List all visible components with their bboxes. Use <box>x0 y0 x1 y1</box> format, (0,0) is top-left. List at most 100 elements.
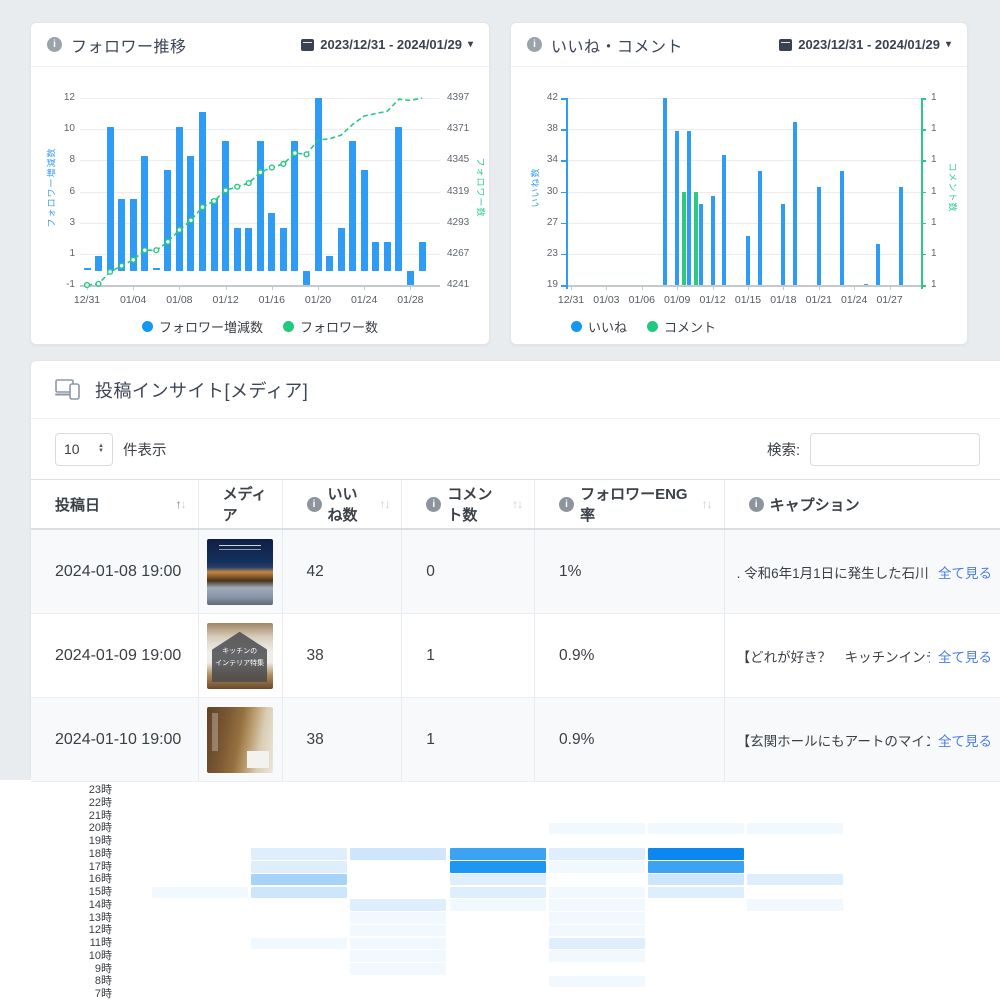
date-range-value: 2023/12/31 - 2024/01/29 <box>798 37 940 52</box>
search-input[interactable] <box>810 433 980 466</box>
cell-likes: 38 <box>283 698 403 781</box>
info-icon[interactable]: i <box>527 37 542 52</box>
axis-tick-mark <box>677 285 678 290</box>
bar <box>326 256 333 270</box>
column-label: フォロワーENG率 <box>580 483 694 525</box>
column-label: いいね数 <box>328 483 372 525</box>
y-axis-tick-right: 1 <box>931 123 937 134</box>
entrance-hall-photo[interactable] <box>207 707 273 773</box>
sort-arrows-icon: ↑↓ <box>379 497 389 511</box>
kitchen-feature-photo[interactable]: キッチンのインテリア特集 <box>207 623 273 689</box>
info-icon[interactable]: i <box>749 497 764 512</box>
see-all-link[interactable]: 全て見る <box>938 646 992 666</box>
bar <box>722 155 726 285</box>
caret-down-icon: ▾ <box>468 39 473 50</box>
column-label: 投稿日 <box>55 494 100 515</box>
see-all-link[interactable]: 全て見る <box>938 562 992 582</box>
y-axis-title-right: フォロワー数 <box>475 128 488 248</box>
x-axis-tick: 01/28 <box>388 294 432 306</box>
y-axis-tick-right: 1 <box>931 92 937 103</box>
cell-comments: 1 <box>402 614 535 697</box>
cell-caption: . 令和6年1月1日に発生した石川...全て見る <box>725 530 1000 613</box>
heatmap-hour-label: 17時 <box>0 861 112 874</box>
heatmap-cell <box>648 874 744 886</box>
legend-label: コメント <box>664 317 716 336</box>
page-size-select[interactable]: 10 ▲▼ <box>55 433 113 466</box>
y-axis-tick-left: 27 <box>522 217 558 228</box>
info-icon[interactable]: i <box>307 497 322 512</box>
caption-text: 【どれが好き？ キッチンインテ... <box>737 646 930 666</box>
card-header: 投稿インサイト[メディア] <box>31 361 1000 419</box>
y-axis-tick-left: 6 <box>39 186 75 197</box>
bar <box>118 199 125 271</box>
cell-likes: 42 <box>283 530 403 613</box>
heatmap-cell <box>450 899 546 911</box>
bar <box>840 171 844 285</box>
date-range-picker[interactable]: 2023/12/31 - 2024/01/29 ▾ <box>779 37 951 52</box>
bar <box>164 170 171 271</box>
x-axis-tick: 12/31 <box>65 294 109 306</box>
heatmap-hour-label: 23時 <box>0 784 112 797</box>
night-house-photo[interactable] <box>207 539 273 605</box>
legend-item[interactable]: フォロワー数 <box>283 317 378 336</box>
table-header-row: 投稿日↑↓メディアiいいね数↑↓iコメント数↑↓iフォロワーENG率↑↓iキャプ… <box>31 479 1000 530</box>
y-axis-tick-right: 1 <box>931 279 937 290</box>
bar <box>395 127 402 271</box>
column-header-5[interactable]: i フォロワーENG率 ↑↓ <box>535 480 725 528</box>
heatmap-hour-label: 7時 <box>0 988 112 1000</box>
see-all-link[interactable]: 全て見る <box>938 730 992 750</box>
legend-item[interactable]: コメント <box>647 317 716 336</box>
legend-item[interactable]: フォロワー増減数 <box>142 317 263 336</box>
axis-tick-mark <box>713 285 714 290</box>
likes-comments-chart-card: i いいね・コメント 2023/12/31 - 2024/01/29 ▾ いいね… <box>510 22 968 345</box>
info-icon[interactable]: i <box>559 497 574 512</box>
bar <box>758 171 762 285</box>
post-insights-card: 投稿インサイト[メディア] 10 ▲▼ 件表示 検索: 投稿日↑↓メディアiいい… <box>30 360 1000 780</box>
date-range-value: 2023/12/31 - 2024/01/29 <box>320 37 462 52</box>
x-axis-tick: 01/27 <box>868 294 912 306</box>
bar <box>711 196 715 285</box>
column-header-1[interactable]: 投稿日↑↓ <box>31 480 199 528</box>
legend-item[interactable]: いいね <box>571 317 627 336</box>
heatmap-cell <box>350 938 446 950</box>
y-axis-tick-left: 19 <box>522 279 558 290</box>
info-icon[interactable]: i <box>426 497 441 512</box>
heatmap-cell <box>251 938 347 950</box>
table-title: 投稿インサイト[メディア] <box>95 377 308 403</box>
heatmap-hour-label: 9時 <box>0 963 112 976</box>
y-axis-tick-right: 1 <box>931 186 937 197</box>
gridline <box>563 129 924 130</box>
sort-arrows-icon: ↑↓ <box>702 497 712 511</box>
column-label: キャプション <box>770 494 860 515</box>
bar <box>675 131 679 286</box>
y-axis-tick-right: 1 <box>931 248 937 259</box>
cell-media: キッチンのインテリア特集 <box>199 614 283 697</box>
axis-tick-mark <box>606 285 607 290</box>
comment-bar <box>682 192 686 286</box>
comment-bar <box>694 192 698 286</box>
gridline <box>80 129 440 130</box>
heatmap-cell <box>648 887 744 899</box>
legend-dot-icon <box>571 321 582 332</box>
y-axis-tick-left: 30 <box>522 186 558 197</box>
bar <box>234 228 241 271</box>
y-axis-tick-left: 42 <box>522 92 558 103</box>
y-axis-tick-left: -1 <box>39 279 75 290</box>
axis-tick-mark <box>179 285 180 290</box>
axis-tick-mark <box>364 285 365 290</box>
column-header-4[interactable]: iコメント数↑↓ <box>402 480 535 528</box>
date-range-picker[interactable]: 2023/12/31 - 2024/01/29 ▾ <box>301 37 473 52</box>
column-label: メディア <box>223 483 270 525</box>
cell-post-date: 2024-01-08 19:00 <box>31 530 199 613</box>
info-icon[interactable]: i <box>47 37 62 52</box>
x-axis-tick: 01/20 <box>296 294 340 306</box>
bar <box>899 187 903 285</box>
column-header-3[interactable]: i いいね数 ↑↓ <box>283 480 403 528</box>
x-axis-tick: 01/24 <box>342 294 386 306</box>
heatmap-cell <box>549 861 645 873</box>
gridline <box>563 98 924 99</box>
caption-text: 【玄関ホールにもアートのマイン... <box>737 730 930 750</box>
heatmap-cell <box>747 823 843 835</box>
gridline <box>563 160 924 161</box>
table-row: 2024-01-10 19:003810.9%【玄関ホールにもアートのマイン..… <box>31 698 1000 782</box>
